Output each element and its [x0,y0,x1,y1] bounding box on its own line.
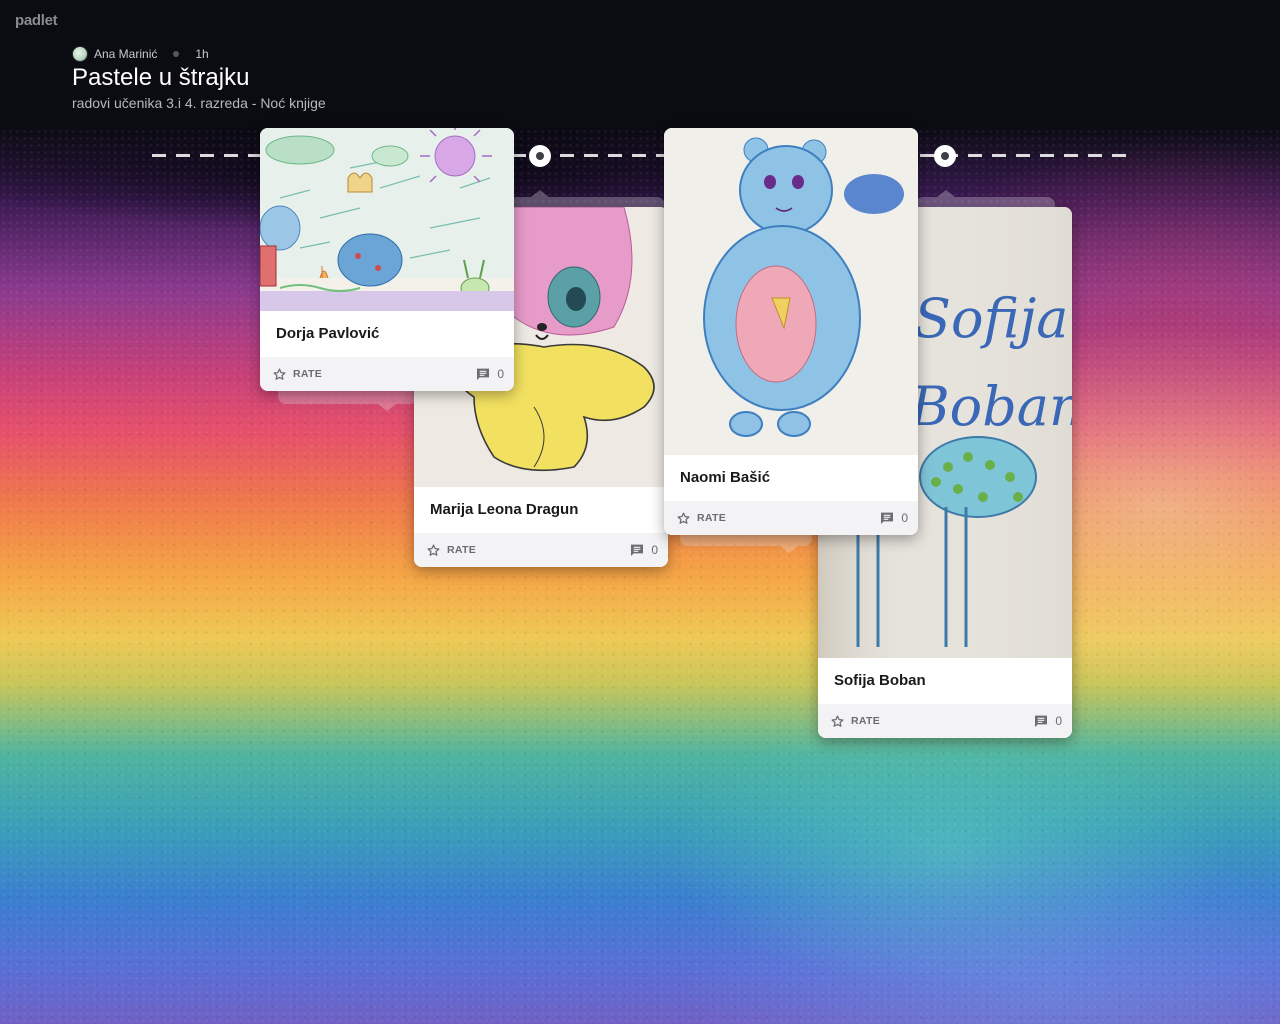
rate-button[interactable]: RATE [426,543,476,558]
comments-button[interactable]: 0 [475,366,504,382]
rate-label: RATE [851,715,881,727]
author-name[interactable]: Ana Marinić [94,47,157,61]
time-ago: 1h [195,47,209,61]
comment-count: 0 [901,511,908,525]
author-meta: Ana Marinić 1h [72,46,209,62]
drawing-landscape-icon[interactable] [260,128,514,311]
timeline-node[interactable] [934,145,956,167]
art-handwriting-line1: Sofija [914,287,1068,350]
comment-count: 0 [1055,714,1062,728]
comment-icon [631,544,644,556]
timeline-node[interactable] [529,145,551,167]
rate-label: RATE [293,368,323,380]
star-icon [273,368,286,380]
rate-label: RATE [447,544,477,556]
comments-button[interactable]: 0 [879,510,908,526]
post-footer: RATE 0 [414,533,668,567]
padlet-header: padlet Ana Marinić 1h Pastele u štrajku … [0,0,1280,128]
comment-icon [1035,715,1048,727]
comments-button[interactable]: 0 [629,542,658,558]
padlet-logo[interactable]: padlet [15,12,58,29]
page-title: Pastele u štrajku [72,64,250,91]
post-title: Dorja Pavlović [260,311,514,357]
post-footer: RATE 0 [818,704,1072,738]
rate-button[interactable]: RATE [830,714,880,729]
post-footer: RATE 0 [260,357,514,391]
star-icon [427,544,440,556]
comment-count: 0 [497,367,504,381]
comment-icon [881,512,894,524]
rate-button[interactable]: RATE [272,367,322,382]
rate-label: RATE [697,512,727,524]
rate-button[interactable]: RATE [676,511,726,526]
art-handwriting-line2: Boban [909,375,1072,438]
star-icon [677,512,690,524]
post-footer: RATE 0 [664,501,918,535]
comment-icon [477,368,490,380]
star-icon [831,715,844,727]
post-card[interactable]: Dorja Pavlović RATE 0 [260,128,514,391]
post-title: Marija Leona Dragun [414,487,668,533]
comment-count: 0 [651,543,658,557]
separator-dot [173,51,180,57]
drawing-blue-bear-icon[interactable] [664,128,918,455]
post-title: Sofija Boban [818,658,1072,704]
post-card[interactable]: Naomi Bašić RATE 0 [664,128,918,535]
avatar[interactable] [72,46,88,62]
page-subtitle: radovi učenika 3.i 4. razreda - Noć knji… [72,95,326,111]
post-title: Naomi Bašić [664,455,918,501]
comments-button[interactable]: 0 [1033,713,1062,729]
